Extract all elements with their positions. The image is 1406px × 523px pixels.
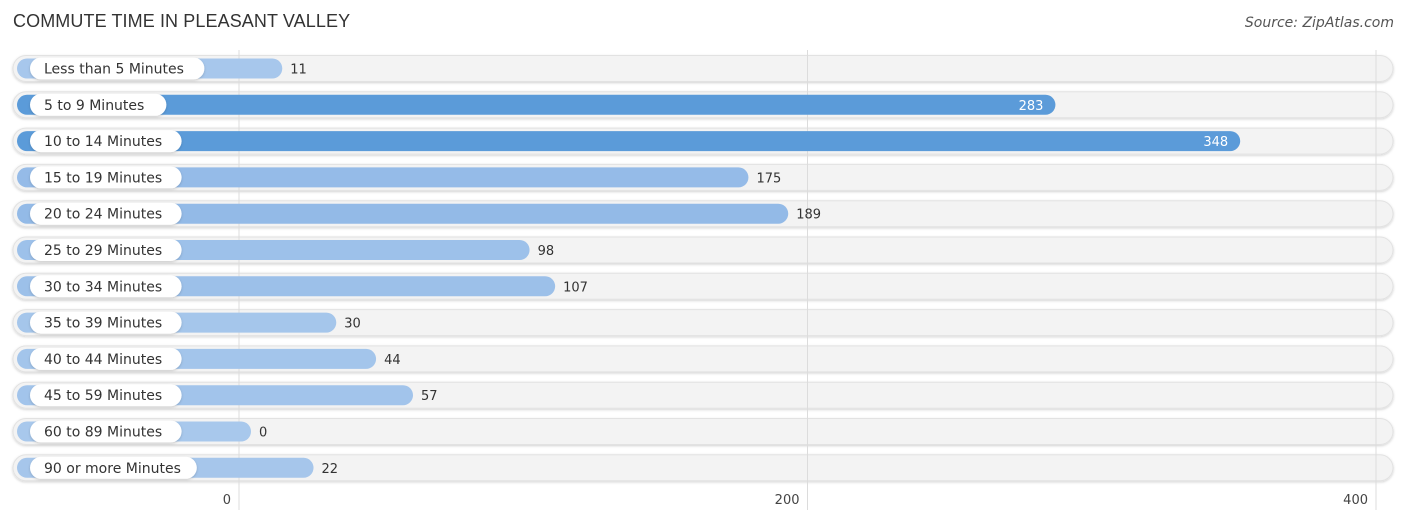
category-label: 60 to 89 Minutes bbox=[44, 425, 162, 441]
value-label: 11 bbox=[290, 63, 307, 78]
value-label: 22 bbox=[322, 462, 339, 477]
bar bbox=[17, 94, 1056, 115]
value-label: 0 bbox=[259, 426, 267, 441]
x-tick-label: 200 bbox=[775, 493, 800, 508]
value-label: 107 bbox=[563, 280, 588, 295]
category-label: 45 to 59 Minutes bbox=[44, 388, 162, 404]
bar-chart: Less than 5 Minutes 11 5 to 9 Minutes 283 10… bbox=[12, 50, 1394, 510]
value-label: 175 bbox=[756, 171, 781, 186]
value-label: 30 bbox=[344, 317, 361, 332]
value-label: 283 bbox=[1019, 99, 1044, 114]
category-label: 35 to 39 Minutes bbox=[44, 316, 162, 332]
category-label: 5 to 9 Minutes bbox=[44, 98, 144, 114]
value-label: 44 bbox=[384, 353, 401, 368]
category-label: 25 to 29 Minutes bbox=[44, 243, 162, 259]
value-label: 348 bbox=[1203, 135, 1228, 150]
value-label: 57 bbox=[421, 389, 438, 404]
category-label: 10 to 14 Minutes bbox=[44, 134, 162, 150]
x-tick-label: 400 bbox=[1343, 493, 1368, 508]
value-label: 98 bbox=[538, 244, 555, 259]
bar bbox=[17, 131, 1241, 152]
value-label: 189 bbox=[796, 208, 821, 223]
category-label: 90 or more Minutes bbox=[44, 461, 181, 477]
category-label: 20 to 24 Minutes bbox=[44, 207, 162, 223]
x-tick-label: 0 bbox=[223, 493, 231, 508]
category-label: Less than 5 Minutes bbox=[44, 62, 184, 78]
category-label: 40 to 44 Minutes bbox=[44, 352, 162, 368]
category-label: 15 to 19 Minutes bbox=[44, 170, 162, 186]
category-label: 30 to 34 Minutes bbox=[44, 279, 162, 295]
